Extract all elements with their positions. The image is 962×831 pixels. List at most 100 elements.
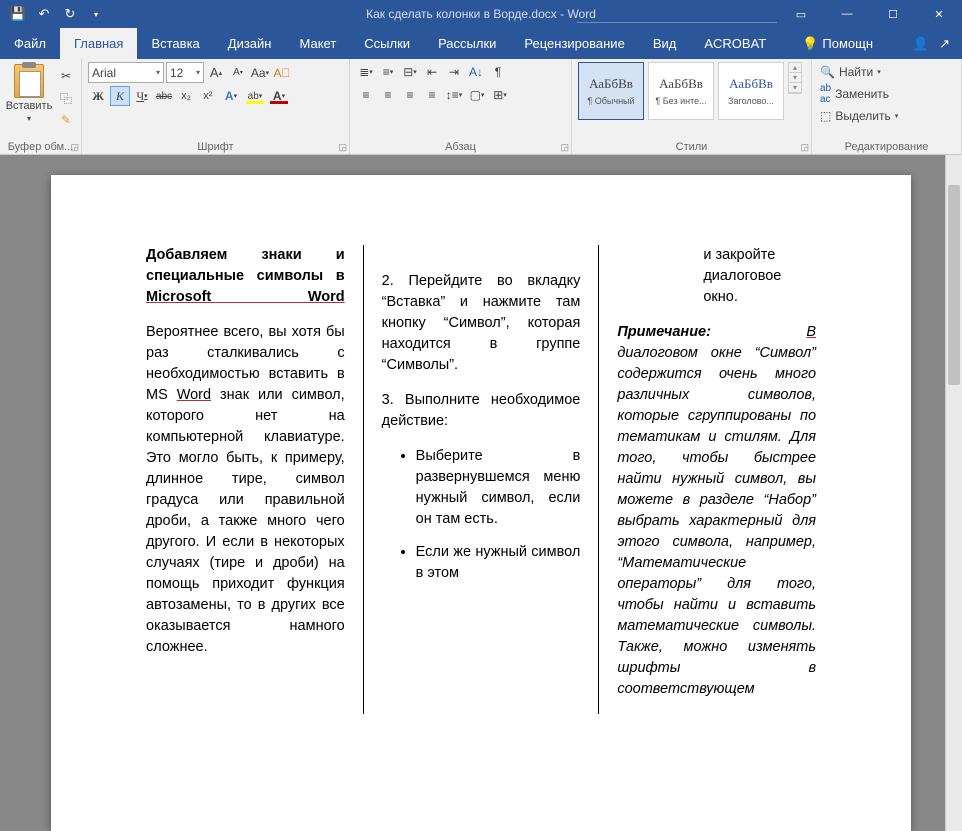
column-1: Добавляем знаки и специальные символы в …	[146, 245, 345, 714]
superscript-button[interactable]	[198, 86, 218, 106]
paragraph-dialog-launcher[interactable]: ◲	[560, 142, 569, 153]
undo-icon: ↶	[39, 6, 50, 22]
window-controls: ▭ — ☐ ✕	[778, 0, 962, 28]
bullets-button[interactable]: ≣▾	[356, 62, 376, 82]
close-icon: ✕	[934, 8, 943, 21]
numbering-button[interactable]: ≡▾	[378, 62, 398, 82]
tab-review[interactable]: Рецензирование	[510, 28, 638, 59]
highlight-button[interactable]: ab▾	[244, 86, 266, 106]
ribbon-icon: ▭	[796, 8, 806, 21]
paste-button[interactable]: Вставить ▾	[6, 62, 52, 125]
align-left-button[interactable]: ≡	[356, 85, 376, 105]
qat-customize[interactable]: ▾	[84, 2, 108, 26]
share-icon[interactable]: ↗	[939, 36, 950, 52]
style-expand-icon[interactable]: ▾	[789, 83, 801, 93]
vertical-scrollbar[interactable]	[945, 155, 962, 831]
clear-format-button[interactable]: A⃠	[272, 63, 292, 83]
ribbon: Вставить ▾ Буфер обм... ◲ Arial▾ 12▾ A▴ …	[0, 59, 962, 155]
group-font: Arial▾ 12▾ A▴ A▾ Aa▾ A⃠ Ж К Ч▾ A▾ ab▾ A▾…	[82, 59, 350, 154]
show-marks-button[interactable]: ¶	[488, 62, 508, 82]
group-clipboard: Вставить ▾ Буфер обм... ◲	[0, 59, 82, 154]
redo-icon: ↻	[65, 6, 76, 22]
replace-button[interactable]: abacЗаменить	[818, 84, 900, 104]
minimize-icon: —	[842, 8, 853, 20]
format-painter-button[interactable]	[56, 110, 76, 130]
increase-indent-button[interactable]: ⇥	[444, 62, 464, 82]
tell-me[interactable]: 💡Помощн	[788, 28, 887, 59]
heading: Добавляем знаки и специальные символы в …	[146, 245, 345, 308]
decrease-indent-button[interactable]: ⇤	[422, 62, 442, 82]
italic-button[interactable]: К	[110, 86, 130, 106]
scrollbar-thumb[interactable]	[948, 185, 960, 385]
bulb-icon: 💡	[802, 36, 818, 52]
tab-home[interactable]: Главная	[60, 28, 137, 59]
paragraph: 3. Выполните необходимое действие:	[382, 390, 581, 432]
sort-button[interactable]: A↓	[466, 62, 486, 82]
undo-button[interactable]: ↶	[32, 2, 56, 26]
maximize-button[interactable]: ☐	[870, 0, 916, 28]
tab-references[interactable]: Ссылки	[350, 28, 424, 59]
align-right-button[interactable]: ≡	[400, 85, 420, 105]
paragraph: и закройте диалоговое окно.	[617, 245, 816, 308]
multilevel-button[interactable]: ⊟▾	[400, 62, 420, 82]
document-area: Добавляем знаки и специальные символы в …	[0, 155, 962, 831]
paste-icon	[14, 64, 44, 98]
underline-button[interactable]: Ч▾	[132, 86, 152, 106]
line-spacing-button[interactable]: ↕≡▾	[444, 85, 464, 105]
find-button[interactable]: 🔍Найти▾	[818, 62, 900, 82]
styles-gallery-scroll[interactable]: ▴ ▾ ▾	[788, 62, 802, 94]
ribbon-tabs: Файл Главная Вставка Дизайн Макет Ссылки…	[0, 28, 962, 59]
quick-access-toolbar: 💾 ↶ ↻ ▾	[0, 2, 108, 26]
save-button[interactable]: 💾	[6, 2, 30, 26]
grow-font-button[interactable]: A▴	[206, 63, 226, 83]
page[interactable]: Добавляем знаки и специальные символы в …	[51, 175, 911, 831]
align-center-button[interactable]: ≡	[378, 85, 398, 105]
justify-button[interactable]: ≡	[422, 85, 442, 105]
bold-button[interactable]: Ж	[88, 86, 108, 106]
tab-file[interactable]: Файл	[0, 28, 60, 59]
select-icon: ⬚	[820, 109, 831, 123]
group-label-clipboard: Буфер обм...	[6, 140, 75, 153]
tab-mailings[interactable]: Рассылки	[424, 28, 510, 59]
clipboard-dialog-launcher[interactable]: ◲	[70, 142, 79, 153]
minimize-button[interactable]: —	[824, 0, 870, 28]
account-icon[interactable]: 👤	[913, 36, 929, 52]
ribbon-display-button[interactable]: ▭	[778, 0, 824, 28]
font-size-select[interactable]: 12▾	[166, 62, 204, 83]
style-normal[interactable]: АаБбВв ¶ Обычный	[578, 62, 644, 120]
font-dialog-launcher[interactable]: ◲	[338, 142, 347, 153]
style-up-icon[interactable]: ▴	[789, 63, 801, 73]
group-styles: АаБбВв ¶ Обычный АаБбВв ¶ Без инте... Аа…	[572, 59, 812, 154]
style-heading1[interactable]: АаБбВв Заголово...	[718, 62, 784, 120]
shrink-font-button[interactable]: A▾	[228, 63, 248, 83]
column-3: и закройте диалоговое окно. Примечание: …	[617, 245, 816, 714]
change-case-button[interactable]: Aa▾	[250, 63, 270, 83]
title-bar: 💾 ↶ ↻ ▾ Как сделать колонки в Ворде.docx…	[0, 0, 962, 28]
subscript-button[interactable]	[176, 86, 196, 106]
borders-button[interactable]: ⊞▾	[490, 85, 510, 105]
styles-dialog-launcher[interactable]: ◲	[800, 142, 809, 153]
strikethrough-button[interactable]	[154, 86, 174, 106]
column-separator	[598, 245, 599, 714]
close-button[interactable]: ✕	[916, 0, 962, 28]
shading-button[interactable]: ▢▾	[466, 85, 488, 105]
tab-view[interactable]: Вид	[639, 28, 691, 59]
font-name-select[interactable]: Arial▾	[88, 62, 164, 83]
tab-insert[interactable]: Вставка	[137, 28, 213, 59]
group-editing: 🔍Найти▾ abacЗаменить ⬚Выделить▾ Редактир…	[812, 59, 962, 154]
replace-icon: abac	[820, 83, 831, 105]
tab-layout[interactable]: Макет	[285, 28, 350, 59]
copy-button[interactable]	[56, 88, 76, 108]
window-title: Как сделать колонки в Ворде.docx - Word	[366, 7, 596, 21]
style-down-icon[interactable]: ▾	[789, 73, 801, 83]
group-label-editing: Редактирование	[818, 140, 955, 153]
tab-acrobat[interactable]: ACROBAT	[690, 28, 780, 59]
select-button[interactable]: ⬚Выделить▾	[818, 106, 900, 126]
style-no-spacing[interactable]: АаБбВв ¶ Без инте...	[648, 62, 714, 120]
font-color-button[interactable]: A▾	[268, 86, 290, 106]
redo-button[interactable]: ↻	[58, 2, 82, 26]
text-effects-button[interactable]: A▾	[220, 86, 242, 106]
cut-button[interactable]	[56, 66, 76, 86]
save-icon: 💾	[10, 6, 26, 22]
tab-design[interactable]: Дизайн	[214, 28, 286, 59]
